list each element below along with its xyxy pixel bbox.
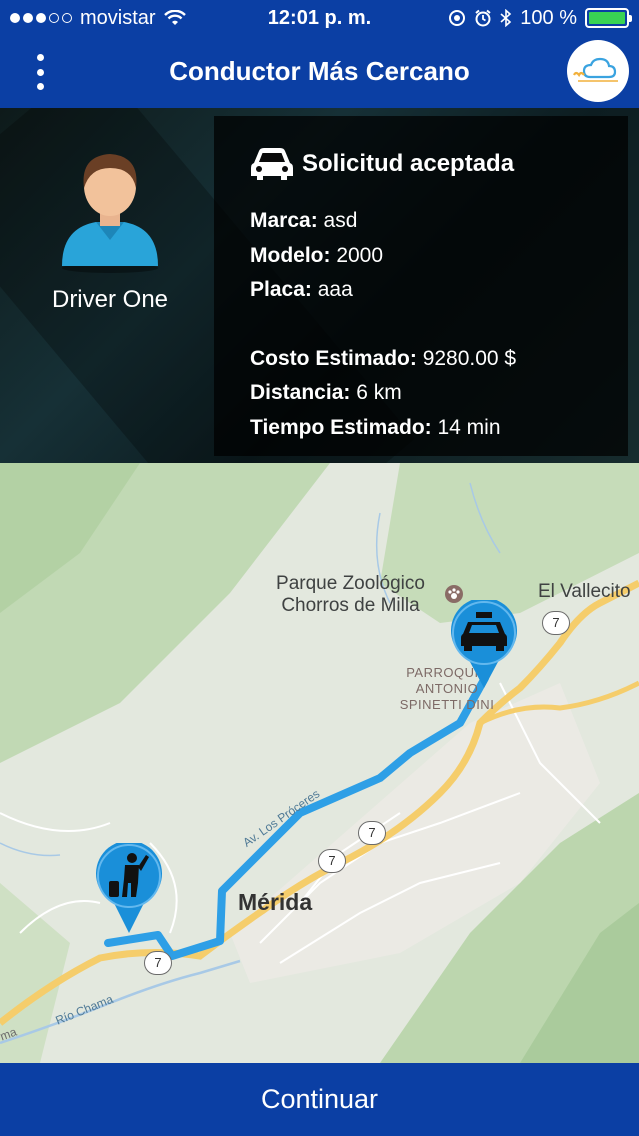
cloud-logo-icon bbox=[573, 57, 618, 82]
status-left: movistar bbox=[10, 7, 186, 30]
passenger-location-pin-icon[interactable] bbox=[94, 843, 164, 933]
cost-label: Costo Estimado: bbox=[250, 346, 417, 370]
battery-level bbox=[589, 12, 625, 24]
plate-row: Placa: aaa bbox=[250, 273, 628, 308]
model-row: Modelo: 2000 bbox=[250, 239, 628, 274]
time-row: Tiempo Estimado: 14 min bbox=[250, 411, 628, 446]
route-badge: 7 bbox=[318, 849, 346, 873]
battery-icon bbox=[585, 8, 632, 28]
city-label: Mérida bbox=[238, 889, 313, 915]
zoo-label: Parque Zoológico Chorros de Milla bbox=[258, 573, 443, 617]
distance-row: Distancia: 6 km bbox=[250, 376, 628, 411]
top-navbar: Conductor Más Cercano bbox=[0, 36, 639, 108]
parish-label-line3: SPINETTI DINI bbox=[399, 697, 495, 712]
bluetooth-icon bbox=[500, 9, 512, 27]
town-label: El Vallecito bbox=[538, 581, 631, 602]
continue-button[interactable]: Continuar bbox=[261, 1084, 378, 1115]
route-map[interactable]: Parque Zoológico Chorros de Milla El Val… bbox=[0, 463, 639, 1063]
distance-label: Distancia: bbox=[250, 381, 351, 404]
signal-strength-icon bbox=[10, 13, 72, 23]
car-icon bbox=[251, 148, 293, 180]
page-title: Conductor Más Cercano bbox=[169, 56, 470, 86]
trip-details-box: Solicitud aceptada Marca: asd Modelo: 20… bbox=[214, 116, 628, 456]
battery-percentage: 100 % bbox=[520, 6, 577, 29]
cost-row: Costo Estimado: 9280.00 $ bbox=[250, 342, 628, 377]
request-status: Solicitud aceptada bbox=[250, 146, 628, 182]
bottom-bar: Continuar bbox=[0, 1063, 639, 1136]
distance-value: 6 km bbox=[356, 381, 402, 404]
plate-label: Placa: bbox=[250, 278, 312, 301]
location-lock-icon bbox=[449, 10, 466, 26]
brand-value: asd bbox=[323, 209, 358, 232]
model-value: 2000 bbox=[336, 243, 384, 267]
brand-row: Marca: asd bbox=[250, 204, 628, 239]
driver-info-panel: Driver One Solicitud aceptada Marca: asd… bbox=[0, 108, 639, 463]
alarm-icon bbox=[475, 9, 491, 27]
carrier-name: movistar bbox=[80, 6, 156, 29]
zoo-label-line1: Parque Zoológico bbox=[276, 573, 425, 594]
time-label: Tiempo Estimado: bbox=[250, 415, 432, 439]
route-badge: 7 bbox=[144, 951, 172, 975]
route-badge: 7 bbox=[358, 821, 386, 845]
brand-label: Marca: bbox=[250, 209, 318, 232]
time-value: 14 min bbox=[437, 415, 501, 439]
request-status-text: Solicitud aceptada bbox=[302, 150, 515, 177]
status-bar: movistar 12:01 p. m. 100 % bbox=[0, 0, 639, 36]
cost-value: 9280.00 $ bbox=[422, 346, 517, 370]
company-logo[interactable] bbox=[567, 40, 629, 102]
map-canvas bbox=[0, 463, 639, 1063]
zoo-label-line2: Chorros de Milla bbox=[281, 595, 420, 616]
taxi-location-pin-icon[interactable] bbox=[449, 600, 519, 688]
status-right: 100 % bbox=[448, 6, 632, 30]
driver-avatar-icon bbox=[62, 154, 158, 273]
driver-name: Driver One bbox=[51, 286, 169, 313]
wifi-icon bbox=[163, 10, 186, 25]
route-badge: 7 bbox=[542, 611, 570, 635]
model-label: Modelo: bbox=[250, 243, 331, 267]
plate-value: aaa bbox=[317, 278, 353, 301]
